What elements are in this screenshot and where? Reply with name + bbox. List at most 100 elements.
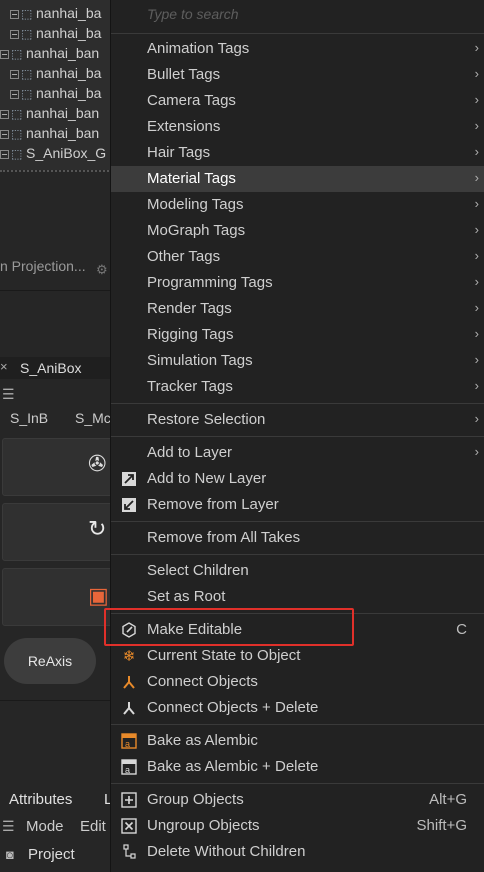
project-icon: ◙ (6, 847, 14, 862)
menu-separator (111, 436, 484, 437)
chevron-right-icon: › (474, 248, 479, 263)
expand-toggle-icon[interactable] (10, 89, 19, 99)
add-layer-icon (120, 470, 138, 488)
menu-item-group-objects[interactable]: Group Objects Alt+G (111, 787, 484, 813)
chevron-right-icon: › (474, 411, 479, 426)
menu-item-extensions[interactable]: Extensions › (111, 114, 484, 140)
menu-item-add-to-new-layer[interactable]: Add to New Layer (111, 466, 484, 492)
menu-item-set-as-root[interactable]: Set as Root (111, 584, 484, 610)
tree-row-label: nanhai_ba (36, 25, 102, 41)
annotation-highlight-box (104, 608, 354, 646)
attributes-tab[interactable]: Attributes L (0, 788, 120, 812)
menu-item-ungroup-objects[interactable]: Ungroup Objects Shift+G (111, 813, 484, 839)
menu-item-tracker-tags[interactable]: Tracker Tags › (111, 374, 484, 400)
menu-item-delete-without-children[interactable]: Delete Without Children (111, 839, 484, 865)
menu-separator (111, 783, 484, 784)
object-icon: ⬚ (21, 87, 33, 102)
tree-row[interactable]: ⬚ nanhai_ba (10, 5, 101, 25)
expand-toggle-icon[interactable] (0, 49, 9, 59)
hierarchy-icon (120, 843, 138, 861)
chevron-right-icon: › (474, 222, 479, 237)
projection-label: n Projection... (0, 258, 86, 274)
panel-divider (0, 700, 120, 701)
tree-row[interactable]: ⬚ nanhai_ban (0, 105, 99, 125)
tree-row-label: nanhai_ba (36, 65, 102, 81)
expand-toggle-icon[interactable] (10, 9, 19, 19)
chevron-right-icon: › (474, 274, 479, 289)
hamburger-icon[interactable]: ☰ (2, 818, 15, 835)
expand-toggle-icon[interactable] (0, 149, 9, 159)
chevron-right-icon: › (474, 92, 479, 107)
chevron-right-icon: › (474, 444, 479, 459)
menu-item-bake-as-alembic-delete[interactable]: a Bake as Alembic + Delete (111, 754, 484, 780)
tree-row[interactable]: ⬚ nanhai_ban (0, 125, 99, 145)
chevron-right-icon: › (474, 40, 479, 55)
tree-row[interactable]: ⬚ nanhai_ba (10, 25, 101, 45)
object-icon: ⬚ (11, 47, 23, 62)
menu-item-rigging-tags[interactable]: Rigging Tags › (111, 322, 484, 348)
snowflake-icon: ❄ (122, 648, 136, 665)
menu-item-remove-from-all-takes[interactable]: Remove from All Takes (111, 525, 484, 551)
chevron-right-icon: › (474, 118, 479, 133)
menu-item-render-tags[interactable]: Render Tags › (111, 296, 484, 322)
camera-icon: ▣ (88, 583, 109, 608)
menu-item-other-tags[interactable]: Other Tags › (111, 244, 484, 270)
menu-item-bullet-tags[interactable]: Bullet Tags › (111, 62, 484, 88)
tree-row-label: nanhai_ban (26, 105, 100, 121)
tab-s-inb[interactable]: S_InB (10, 410, 48, 426)
object-icon: ⬚ (21, 7, 33, 22)
menu-item-programming-tags[interactable]: Programming Tags › (111, 270, 484, 296)
close-icon[interactable]: × (0, 359, 8, 374)
alembic-delete-icon: a (120, 758, 138, 776)
object-icon: ⬚ (21, 67, 33, 82)
menu-item-select-children[interactable]: Select Children (111, 558, 484, 584)
menu-item-restore-selection[interactable]: Restore Selection › (111, 407, 484, 433)
tree-row-label: nanhai_ba (36, 5, 102, 21)
edit-menu[interactable]: Edit (80, 818, 106, 835)
tree-row-label: nanhai_ban (26, 45, 100, 61)
object-icon: ⬚ (11, 127, 23, 142)
project-label: Project (28, 846, 75, 863)
menu-item-mograph-tags[interactable]: MoGraph Tags › (111, 218, 484, 244)
menu-item-camera-tags[interactable]: Camera Tags › (111, 88, 484, 114)
expand-toggle-icon[interactable] (10, 29, 19, 39)
menu-item-modeling-tags[interactable]: Modeling Tags › (111, 192, 484, 218)
menu-item-material-tags[interactable]: Material Tags › (111, 166, 484, 192)
menu-separator (111, 521, 484, 522)
chevron-right-icon: › (474, 326, 479, 341)
menu-item-current-state-to-object[interactable]: ❄ Current State to Object (111, 643, 484, 669)
shortcut-label: C (456, 621, 467, 638)
menu-item-hair-tags[interactable]: Hair Tags › (111, 140, 484, 166)
menu-item-simulation-tags[interactable]: Simulation Tags › (111, 348, 484, 374)
tab-label: S_AniBox (20, 360, 82, 376)
menu-search-input[interactable]: Type to search (147, 6, 239, 22)
expand-toggle-icon[interactable] (10, 69, 19, 79)
expand-toggle-icon[interactable] (0, 109, 9, 119)
chevron-right-icon: › (474, 196, 479, 211)
menu-item-connect-objects[interactable]: Connect Objects (111, 669, 484, 695)
tree-row[interactable]: ⬚ S_AniBox_G (0, 145, 106, 165)
tab-s-mo[interactable]: S_Mc (75, 410, 111, 426)
shortcut-label: Shift+G (416, 817, 467, 834)
tree-row-label: nanhai_ba (36, 85, 102, 101)
mode-menu[interactable]: Mode (26, 818, 64, 835)
expand-toggle-icon[interactable] (0, 129, 9, 139)
menu-separator (111, 403, 484, 404)
tree-row[interactable]: ⬚ nanhai_ban (0, 45, 99, 65)
tab-s-anibox[interactable]: × S_AniBox (0, 357, 120, 379)
menu-item-add-to-layer[interactable]: Add to Layer › (111, 440, 484, 466)
hamburger-icon[interactable]: ☰ (2, 386, 15, 403)
menu-item-remove-from-layer[interactable]: Remove from Layer (111, 492, 484, 518)
menu-separator (111, 724, 484, 725)
object-icon: ⬚ (21, 27, 33, 42)
menu-item-connect-objects-delete[interactable]: Connect Objects + Delete (111, 695, 484, 721)
reaxis-button[interactable]: ReAxis (4, 638, 96, 684)
svg-text:a: a (125, 765, 130, 775)
menu-item-animation-tags[interactable]: Animation Tags › (111, 36, 484, 62)
menu-item-bake-as-alembic[interactable]: a Bake as Alembic (111, 728, 484, 754)
object-icon: ⬚ (11, 107, 23, 122)
tree-row[interactable]: ⬚ nanhai_ba (10, 65, 101, 85)
chevron-right-icon: › (474, 144, 479, 159)
gear-icon[interactable]: ⚙ (96, 262, 108, 278)
tree-row[interactable]: ⬚ nanhai_ba (10, 85, 101, 105)
